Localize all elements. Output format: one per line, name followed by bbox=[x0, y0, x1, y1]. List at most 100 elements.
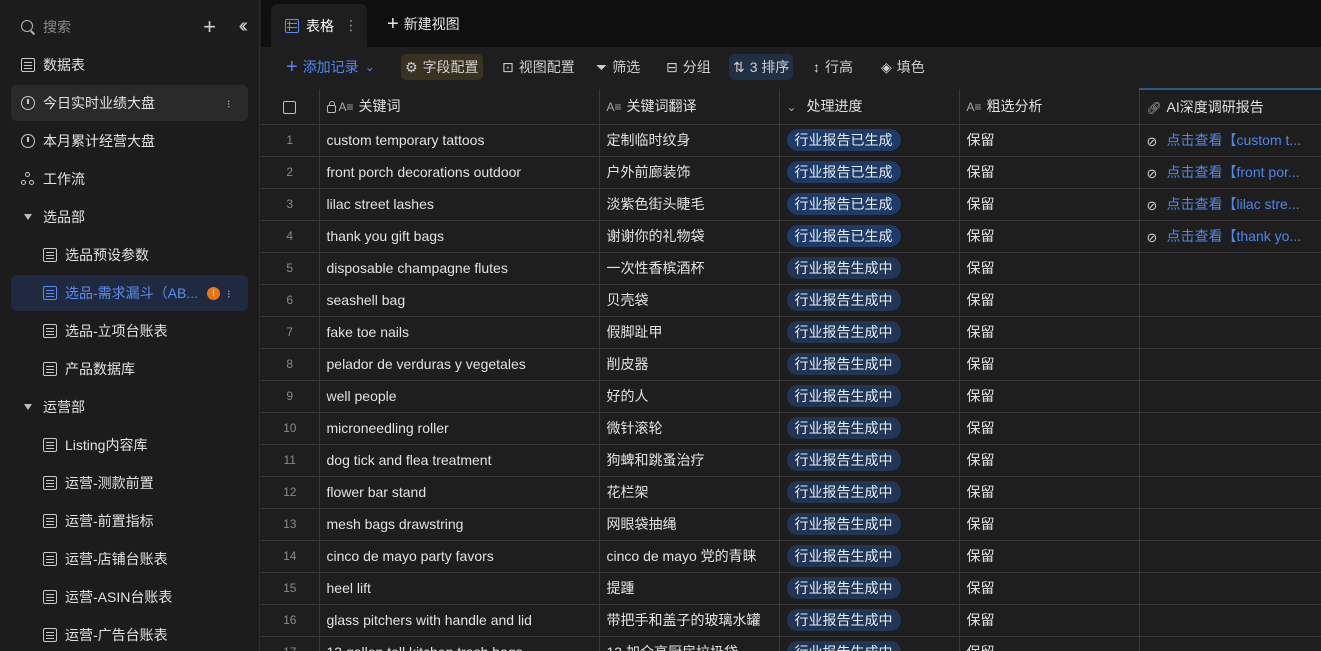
cell-analysis[interactable]: 保留 bbox=[959, 508, 1140, 541]
cell-progress[interactable]: 行业报告生成中 bbox=[779, 572, 960, 605]
cell-progress[interactable]: 行业报告生成中 bbox=[779, 540, 960, 573]
cell-translation[interactable]: 贝壳袋 bbox=[599, 284, 780, 317]
cell-progress[interactable]: 行业报告生成中 bbox=[779, 476, 960, 509]
cell-analysis[interactable]: 保留 bbox=[959, 252, 1140, 285]
report-link[interactable]: 点击查看【thank yo... bbox=[1167, 226, 1302, 246]
cell-progress[interactable]: 行业报告生成中 bbox=[779, 636, 960, 651]
cell-translation[interactable]: 假脚趾甲 bbox=[599, 316, 780, 349]
cell-ai-report[interactable] bbox=[1139, 252, 1321, 285]
collapse-sidebar-icon[interactable]: ‹‹ bbox=[239, 16, 249, 36]
sidebar-item-project-ledger[interactable]: 选品-立项台账表 bbox=[11, 313, 248, 349]
cell-translation[interactable]: 淡紫色街头睫毛 bbox=[599, 188, 780, 221]
table-row[interactable]: 9 well people 好的人 行业报告生成中 保留 bbox=[261, 380, 1321, 413]
cell-progress[interactable]: 行业报告生成中 bbox=[779, 508, 960, 541]
cell-translation[interactable]: 花栏架 bbox=[599, 476, 780, 509]
cell-keyword[interactable]: dog tick and flea treatment bbox=[319, 444, 600, 477]
cell-progress[interactable]: 行业报告已生成 bbox=[779, 220, 960, 253]
cell-analysis[interactable]: 保留 bbox=[959, 444, 1140, 477]
row-index[interactable]: 3 bbox=[261, 188, 320, 221]
cell-translation[interactable]: 好的人 bbox=[599, 380, 780, 413]
sidebar-item-month-dashboard[interactable]: 本月累计经营大盘 bbox=[11, 123, 248, 159]
more-icon[interactable]: ··· bbox=[222, 99, 238, 107]
table-row[interactable]: 10 microneedling roller 微针滚轮 行业报告生成中 保留 bbox=[261, 412, 1321, 445]
cell-translation[interactable]: 微针滚轮 bbox=[599, 412, 780, 445]
sidebar-search[interactable]: 搜索 + ‹‹ bbox=[11, 8, 248, 46]
cell-progress[interactable]: 行业报告生成中 bbox=[779, 380, 960, 413]
row-index[interactable]: 1 bbox=[261, 124, 320, 157]
field-config-button[interactable]: ⚙ 字段配置 bbox=[401, 54, 483, 80]
column-header-progress[interactable]: ⌄ 处理进度 bbox=[779, 89, 960, 125]
cell-analysis[interactable]: 保留 bbox=[959, 412, 1140, 445]
more-icon[interactable]: ⋮ bbox=[344, 17, 358, 34]
sidebar-folder-operations[interactable]: 运营部 bbox=[11, 389, 248, 425]
row-index[interactable]: 9 bbox=[261, 380, 320, 413]
column-header-keyword[interactable]: A≡ 关键词 bbox=[319, 89, 600, 125]
cell-progress[interactable]: 行业报告生成中 bbox=[779, 444, 960, 477]
cell-ai-report[interactable]: ⊘ 点击查看【thank yo... bbox=[1139, 220, 1321, 253]
cell-progress[interactable]: 行业报告已生成 bbox=[779, 124, 960, 157]
table-row[interactable]: 7 fake toe nails 假脚趾甲 行业报告生成中 保留 bbox=[261, 316, 1321, 349]
cell-keyword[interactable]: front porch decorations outdoor bbox=[319, 156, 600, 189]
group-button[interactable]: ⊟ 分组 bbox=[662, 54, 715, 80]
sidebar-item-product-db[interactable]: 产品数据库 bbox=[11, 351, 248, 387]
cell-translation[interactable]: 带把手和盖子的玻璃水罐 bbox=[599, 604, 780, 637]
cell-keyword[interactable]: cinco de mayo party favors bbox=[319, 540, 600, 573]
cell-ai-report[interactable] bbox=[1139, 540, 1321, 573]
sidebar-item-datasheet[interactable]: 数据表 bbox=[11, 47, 248, 83]
cell-translation[interactable]: cinco de mayo 党的青睐 bbox=[599, 540, 780, 573]
row-index[interactable]: 6 bbox=[261, 284, 320, 317]
row-index[interactable]: 7 bbox=[261, 316, 320, 349]
sidebar-item-workflow[interactable]: 工作流 bbox=[11, 161, 248, 197]
row-index[interactable]: 16 bbox=[261, 604, 320, 637]
cell-ai-report[interactable]: ⊘ 点击查看【custom t... bbox=[1139, 124, 1321, 157]
cell-translation[interactable]: 网眼袋抽绳 bbox=[599, 508, 780, 541]
row-index[interactable]: 13 bbox=[261, 508, 320, 541]
cell-translation[interactable]: 狗蜱和跳蚤治疗 bbox=[599, 444, 780, 477]
cell-analysis[interactable]: 保留 bbox=[959, 636, 1140, 651]
cell-keyword[interactable]: glass pitchers with handle and lid bbox=[319, 604, 600, 637]
row-index[interactable]: 8 bbox=[261, 348, 320, 381]
view-config-button[interactable]: ⊡ 视图配置 bbox=[498, 54, 579, 80]
add-record-button[interactable]: + 添加记录 ⌄ bbox=[282, 54, 379, 80]
cell-analysis[interactable]: 保留 bbox=[959, 572, 1140, 605]
sidebar-item-store-ledger[interactable]: 运营-店铺台账表 bbox=[11, 541, 248, 577]
cell-ai-report[interactable] bbox=[1139, 572, 1321, 605]
sidebar-item-demand-funnel[interactable]: 选品-需求漏斗（AB... ! ··· bbox=[11, 275, 248, 311]
cell-progress[interactable]: 行业报告生成中 bbox=[779, 412, 960, 445]
column-header-translation[interactable]: A≡ 关键词翻译 bbox=[599, 89, 780, 125]
row-index[interactable]: 12 bbox=[261, 476, 320, 509]
sidebar-item-asin-ledger[interactable]: 运营-ASIN台账表 bbox=[11, 579, 248, 615]
select-all-checkbox-cell[interactable] bbox=[261, 89, 320, 125]
cell-keyword[interactable]: microneedling roller bbox=[319, 412, 600, 445]
cell-translation[interactable]: 13 加仑高厨房垃圾袋 bbox=[599, 636, 780, 651]
chevron-down-icon[interactable]: ⌄ bbox=[365, 60, 375, 74]
cell-analysis[interactable]: 保留 bbox=[959, 476, 1140, 509]
table-row[interactable]: 1 custom temporary tattoos 定制临时纹身 行业报告已生成 保留… bbox=[261, 124, 1321, 157]
cell-ai-report[interactable]: ⊘ 点击查看【lilac stre... bbox=[1139, 188, 1321, 221]
table-row[interactable]: 3 lilac street lashes 淡紫色街头睫毛 行业报告已生成 保留 ⊘ 点击查… bbox=[261, 188, 1321, 221]
cell-ai-report[interactable] bbox=[1139, 412, 1321, 445]
sidebar-item-pre-metrics[interactable]: 运营-前置指标 bbox=[11, 503, 248, 539]
report-link[interactable]: 点击查看【front por... bbox=[1167, 162, 1300, 182]
cell-keyword[interactable]: mesh bags drawstring bbox=[319, 508, 600, 541]
cell-analysis[interactable]: 保留 bbox=[959, 316, 1140, 349]
table-row[interactable]: 12 flower bar stand 花栏架 行业报告生成中 保留 bbox=[261, 476, 1321, 509]
row-height-button[interactable]: ↕ 行高 bbox=[809, 54, 857, 80]
cell-keyword[interactable]: 13 gallon tall kitchen trash bags bbox=[319, 636, 600, 651]
sidebar-folder-selection[interactable]: 选品部 bbox=[11, 199, 248, 235]
column-header-ai-report[interactable]: 🔗︎ AI深度调研报告 bbox=[1139, 88, 1321, 125]
cell-translation[interactable]: 一次性香槟酒杯 bbox=[599, 252, 780, 285]
cell-progress[interactable]: 行业报告生成中 bbox=[779, 284, 960, 317]
sort-button[interactable]: ⇅ 3 排序 bbox=[729, 54, 794, 80]
cell-analysis[interactable]: 保留 bbox=[959, 284, 1140, 317]
new-view-button[interactable]: + 新建视图 bbox=[387, 14, 460, 34]
cell-analysis[interactable]: 保留 bbox=[959, 348, 1140, 381]
cell-translation[interactable]: 谢谢你的礼物袋 bbox=[599, 220, 780, 253]
fill-color-button[interactable]: ◈ 填色 bbox=[877, 54, 929, 80]
table-row[interactable]: 14 cinco de mayo party favors cinco de may… bbox=[261, 540, 1321, 573]
cell-ai-report[interactable] bbox=[1139, 476, 1321, 509]
sidebar-item-selection-params[interactable]: 选品预设参数 bbox=[11, 237, 248, 273]
cell-progress[interactable]: 行业报告生成中 bbox=[779, 348, 960, 381]
cell-progress[interactable]: 行业报告生成中 bbox=[779, 252, 960, 285]
row-index[interactable]: 14 bbox=[261, 540, 320, 573]
